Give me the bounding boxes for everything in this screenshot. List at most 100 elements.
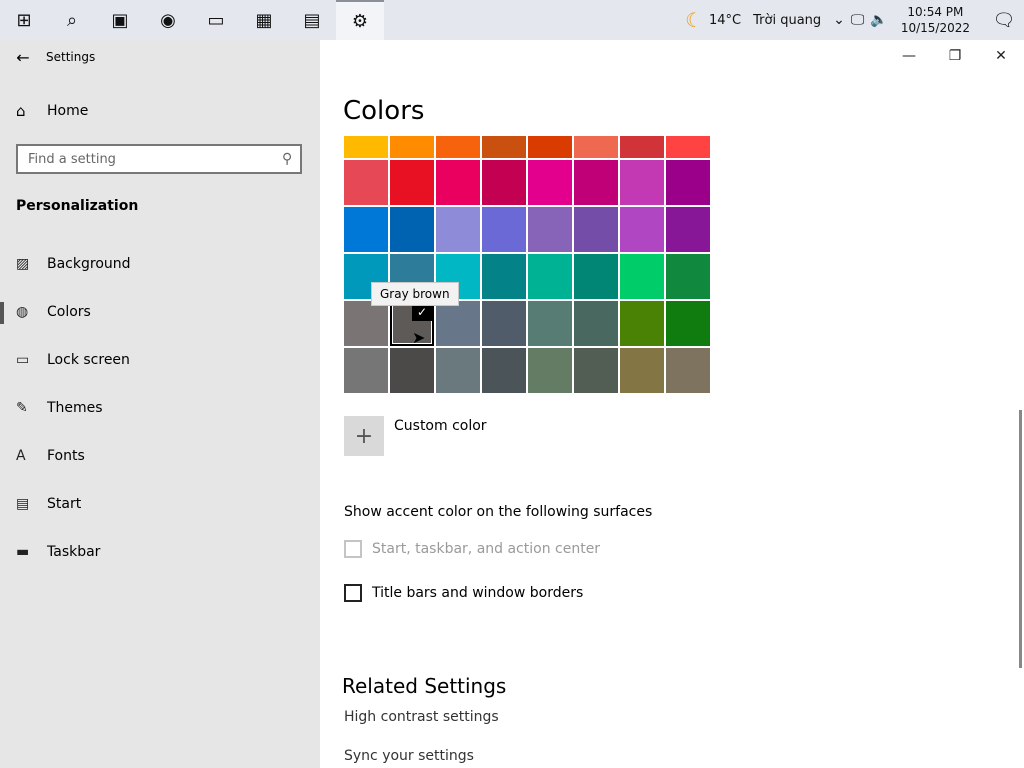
app-icon[interactable]: ▤ bbox=[288, 0, 336, 40]
swatch-row bbox=[344, 160, 712, 205]
color-swatch[interactable] bbox=[390, 136, 434, 158]
custom-color-button[interactable]: + Custom color bbox=[344, 416, 487, 456]
restore-icon[interactable]: ❐ bbox=[932, 40, 978, 72]
weather-temperature[interactable]: 14°C bbox=[709, 13, 741, 28]
weather-moon-icon[interactable]: ☾ bbox=[685, 8, 703, 32]
search-icon[interactable]: ⌕ bbox=[48, 0, 96, 40]
clock[interactable]: 10:54 PM 10/15/2022 bbox=[901, 4, 970, 36]
swatch-row: ✓ bbox=[344, 301, 712, 346]
color-swatch[interactable] bbox=[344, 207, 388, 252]
sidebar-item-label: Colors bbox=[47, 304, 91, 320]
color-swatch[interactable] bbox=[436, 301, 480, 346]
window-controls: — ❐ ✕ bbox=[886, 40, 1024, 72]
start-taskbar-checkbox[interactable] bbox=[344, 540, 362, 558]
color-swatch[interactable] bbox=[436, 136, 480, 158]
sidebar-item-background[interactable]: ▨ Background bbox=[0, 240, 320, 288]
sidebar-item-label: Background bbox=[47, 256, 131, 272]
start-icon: ▤ bbox=[16, 496, 30, 512]
chevron-up-icon[interactable]: ⌄ bbox=[833, 12, 845, 28]
sidebar-item-lock-screen[interactable]: ▭ Lock screen bbox=[0, 336, 320, 384]
color-swatch[interactable] bbox=[528, 254, 572, 299]
color-swatch[interactable] bbox=[528, 301, 572, 346]
color-swatch[interactable] bbox=[666, 160, 710, 205]
title-bars-checkbox[interactable] bbox=[344, 584, 362, 602]
color-swatch[interactable] bbox=[344, 301, 388, 346]
sidebar-item-taskbar[interactable]: ▬ Taskbar bbox=[0, 528, 320, 576]
color-swatch[interactable] bbox=[436, 207, 480, 252]
color-swatch[interactable] bbox=[574, 301, 618, 346]
color-swatch[interactable] bbox=[574, 254, 618, 299]
title-bars-checkbox-row[interactable]: Title bars and window borders bbox=[344, 584, 583, 602]
color-swatch[interactable] bbox=[528, 207, 572, 252]
color-swatch[interactable] bbox=[620, 301, 664, 346]
title-bar: ← Settings bbox=[0, 40, 320, 74]
color-swatch[interactable] bbox=[344, 160, 388, 205]
color-swatch[interactable] bbox=[482, 348, 526, 393]
search-placeholder: Find a setting bbox=[28, 151, 116, 167]
themes-icon: ✎ bbox=[16, 400, 28, 416]
sidebar-item-start[interactable]: ▤ Start bbox=[0, 480, 320, 528]
color-swatch[interactable] bbox=[390, 160, 434, 205]
custom-color-label: Custom color bbox=[394, 418, 487, 434]
search-icon[interactable]: ⚲ bbox=[282, 151, 292, 167]
color-swatch[interactable] bbox=[482, 301, 526, 346]
file-explorer-icon[interactable]: ▭ bbox=[192, 0, 240, 40]
close-icon[interactable]: ✕ bbox=[978, 40, 1024, 72]
related-settings-heading: Related Settings bbox=[342, 674, 507, 698]
color-swatch[interactable] bbox=[620, 207, 664, 252]
color-swatch[interactable] bbox=[344, 348, 388, 393]
settings-sidebar: ← Settings ⌂ Home Find a setting ⚲ Perso… bbox=[0, 40, 320, 768]
windows-start-icon[interactable]: ⊞ bbox=[0, 0, 48, 40]
palette-icon: ◍ bbox=[16, 304, 29, 320]
color-swatch[interactable] bbox=[436, 348, 480, 393]
volume-icon[interactable]: 🔈 bbox=[870, 12, 887, 28]
sidebar-item-fonts[interactable]: A Fonts bbox=[0, 432, 320, 480]
color-swatch[interactable] bbox=[574, 136, 618, 158]
color-swatch[interactable] bbox=[666, 136, 710, 158]
settings-gear-icon[interactable]: ⚙ bbox=[336, 0, 384, 40]
minimize-icon[interactable]: — bbox=[886, 40, 932, 72]
task-view-icon[interactable]: ▣ bbox=[96, 0, 144, 40]
scrollbar[interactable] bbox=[1019, 410, 1022, 668]
back-arrow-icon[interactable]: ← bbox=[0, 48, 46, 67]
fonts-icon: A bbox=[16, 448, 26, 464]
sidebar-item-label: Taskbar bbox=[47, 544, 101, 560]
color-swatch[interactable] bbox=[620, 348, 664, 393]
color-swatch[interactable] bbox=[574, 207, 618, 252]
sidebar-item-label: Lock screen bbox=[47, 352, 130, 368]
color-swatch[interactable] bbox=[528, 348, 572, 393]
color-swatch[interactable] bbox=[344, 136, 388, 158]
start-taskbar-label: Start, taskbar, and action center bbox=[372, 541, 601, 557]
search-input[interactable]: Find a setting ⚲ bbox=[16, 144, 302, 174]
color-swatch[interactable] bbox=[574, 348, 618, 393]
network-icon[interactable]: 🖵 bbox=[851, 12, 865, 28]
weather-text[interactable]: Trời quang bbox=[753, 13, 821, 28]
notification-icon[interactable]: 🗨 bbox=[984, 0, 1024, 40]
color-swatch[interactable] bbox=[666, 348, 710, 393]
microsoft-store-icon[interactable]: ▦ bbox=[240, 0, 288, 40]
edge-browser-icon[interactable]: ◉ bbox=[144, 0, 192, 40]
swatch-row bbox=[344, 348, 712, 393]
color-swatch[interactable] bbox=[666, 254, 710, 299]
color-swatch[interactable] bbox=[482, 136, 526, 158]
color-swatch[interactable] bbox=[620, 254, 664, 299]
color-swatch[interactable] bbox=[482, 207, 526, 252]
color-swatch[interactable] bbox=[482, 254, 526, 299]
color-swatch[interactable] bbox=[574, 160, 618, 205]
color-swatch[interactable] bbox=[620, 136, 664, 158]
color-swatch[interactable] bbox=[666, 301, 710, 346]
color-swatch[interactable] bbox=[482, 160, 526, 205]
sidebar-item-themes[interactable]: ✎ Themes bbox=[0, 384, 320, 432]
color-swatch[interactable] bbox=[528, 136, 572, 158]
color-swatch[interactable] bbox=[436, 160, 480, 205]
color-swatch[interactable] bbox=[620, 160, 664, 205]
color-swatch[interactable] bbox=[666, 207, 710, 252]
color-swatch[interactable] bbox=[390, 348, 434, 393]
color-swatch[interactable] bbox=[390, 207, 434, 252]
color-swatch[interactable] bbox=[528, 160, 572, 205]
sidebar-item-colors[interactable]: ◍ Colors bbox=[0, 288, 320, 336]
sync-settings-link[interactable]: Sync your settings bbox=[344, 748, 474, 764]
nav-home[interactable]: ⌂ Home bbox=[16, 102, 88, 120]
high-contrast-link[interactable]: High contrast settings bbox=[344, 709, 499, 725]
swatch-row bbox=[344, 136, 712, 158]
